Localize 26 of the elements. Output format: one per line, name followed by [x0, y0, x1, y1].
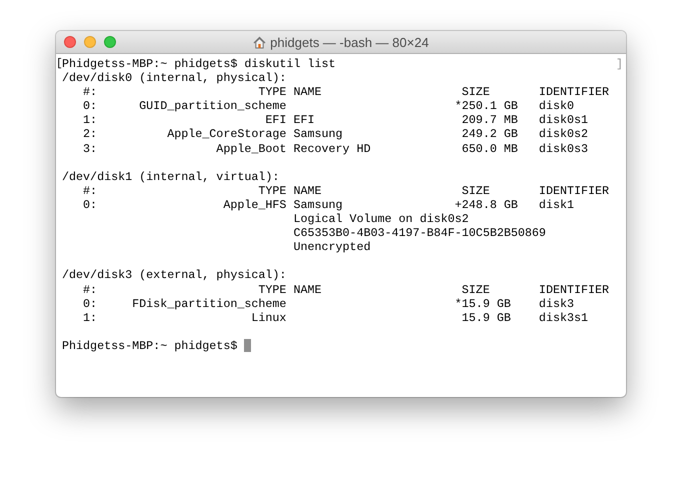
shell-prompt: Phidgetss-MBP:~ phidgets$ [62, 338, 238, 353]
terminal-line: 1: EFI EFI 209.7 MB disk0s1 [82, 113, 588, 128]
terminal-line: #: TYPE NAME SIZE IDENTIFIER [82, 85, 610, 100]
selection-mark: [ [56, 57, 61, 72]
minimize-button[interactable] [84, 36, 96, 48]
text-cursor [244, 339, 252, 352]
terminal-line: 0: FDisk_partition_scheme *15.9 GB disk3 [82, 296, 574, 311]
terminal-line: 2: Apple_CoreStorage Samsung 249.2 GB disk0s2 [82, 127, 588, 142]
selection-mark: ] [616, 57, 623, 72]
window-title: phidgets — -bash — 80×24 [270, 34, 429, 50]
terminal-line: #: TYPE NAME SIZE IDENTIFIER [82, 282, 610, 297]
terminal-line: Logical Volume on disk0s2 [292, 212, 469, 226]
house-icon [253, 36, 266, 48]
terminal-line: Phidgetss-MBP:~ phidgets$ diskutil list [62, 57, 336, 72]
terminal-line: C65353B0-4B03-4197-B84F-10C5B2B50869 [292, 226, 546, 240]
terminal-line: /dev/disk3 (external, physical): [62, 268, 286, 282]
zoom-button[interactable] [104, 36, 116, 48]
terminal-line: /dev/disk0 (internal, physical): [62, 71, 286, 86]
terminal-line: 1: Linux 15.9 GB disk3s1 [82, 310, 588, 325]
terminal-line: 3: Apple_Boot Recovery HD 650.0 MB disk0s3 [82, 142, 588, 156]
close-button[interactable] [64, 36, 76, 48]
terminal-line: 0: GUID_partition_scheme *250.1 GB disk0 [82, 99, 574, 114]
terminal-line: Unencrypted [292, 240, 371, 254]
terminal-line: /dev/disk1 (internal, virtual): [62, 170, 280, 184]
terminal-line: 0: Apple_HFS Samsung +248.8 GB disk1 [82, 198, 574, 212]
terminal-line: #: TYPE NAME SIZE IDENTIFIER [82, 184, 610, 198]
